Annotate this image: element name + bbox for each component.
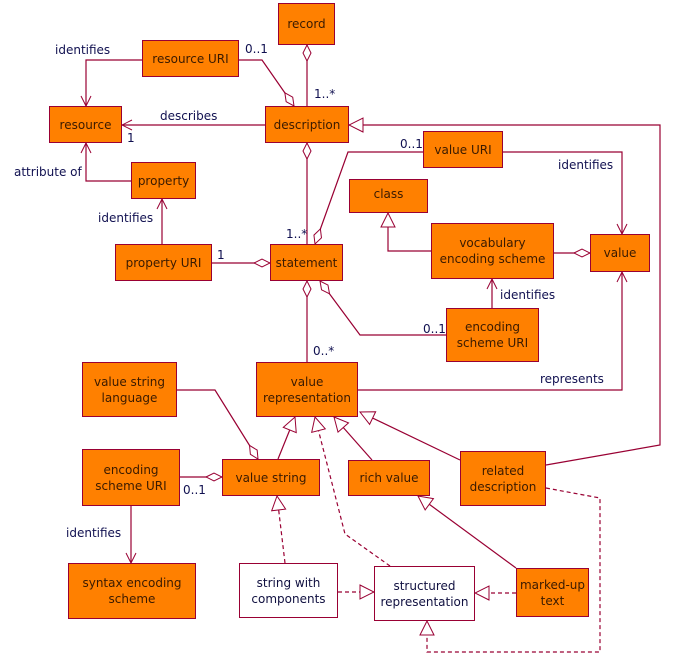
class-resource: resource (49, 106, 122, 143)
mult-enc-uri-lower: 0..1 (183, 483, 206, 497)
edge-vocab-class (388, 213, 431, 252)
class-record: record (278, 3, 335, 45)
mult-enc-uri-upper: 0..1 (423, 322, 446, 336)
class-related-description: related description (460, 451, 546, 506)
mult-property-uri: 1 (217, 248, 225, 262)
class-encoding-scheme-uri-upper: encoding scheme URI (446, 308, 539, 362)
label-represents: represents (540, 372, 604, 386)
class-value-string: value string (222, 459, 320, 496)
class-structured-representation: structured representation (374, 566, 475, 621)
class-encoding-scheme-uri-lower: encoding scheme URI (82, 449, 180, 506)
class-property: property (131, 162, 196, 199)
class-statement: statement (270, 244, 343, 281)
label-identifies-syntax: identifies (66, 526, 122, 540)
class-value: value (590, 234, 650, 272)
label-identifies-property: identifies (98, 211, 154, 225)
edge-resource-uri-description (239, 59, 294, 106)
class-marked-up-text: marked-up text (516, 568, 589, 617)
class-property-uri: property URI (115, 244, 212, 281)
mult-resource-uri: 0..1 (245, 42, 268, 56)
label-identifies-value: identifies (558, 158, 614, 172)
edge-value-string-value-rep (277, 417, 295, 460)
class-value-representation: value representation (256, 362, 358, 417)
class-rich-value: rich value (348, 460, 430, 496)
label-identifies-vocab: identifies (500, 288, 556, 302)
label-attribute-of: attribute of (14, 165, 82, 179)
edge-related-desc-value-rep (360, 412, 461, 461)
class-string-with-components: string with components (239, 563, 338, 618)
class-syntax-encoding-scheme: syntax encoding scheme (68, 563, 196, 619)
mult-record: 1..* (314, 87, 336, 101)
edge-language-value-string (177, 389, 258, 459)
mult-value-rep: 0..* (313, 344, 335, 358)
edge-property-attribute-of-resource (86, 143, 131, 182)
class-resource-uri: resource URI (142, 40, 239, 77)
edge-rich-value-value-rep (334, 417, 373, 461)
mult-statement: 1..* (286, 227, 308, 241)
edge-string-with-components-value-string (277, 496, 285, 564)
class-value-uri: value URI (423, 131, 503, 168)
class-class: class (349, 179, 428, 213)
mult-value-uri: 0..1 (400, 137, 423, 151)
class-vocabulary-encoding-scheme: vocabulary encoding scheme (431, 223, 554, 279)
label-describes: describes (160, 109, 218, 123)
edge-resource-uri-identifies-resource (86, 59, 142, 106)
mult-describes: 1 (127, 131, 135, 145)
label-identifies-resource: identifies (55, 43, 111, 57)
class-description: description (265, 106, 349, 143)
edge-marked-up-rich-value (418, 496, 517, 569)
class-value-string-language: value string language (82, 362, 177, 417)
